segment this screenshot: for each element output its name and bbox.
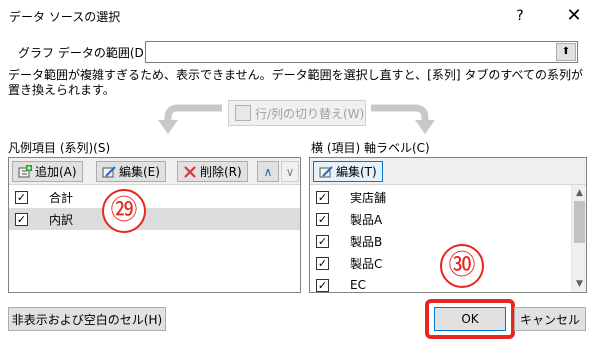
edit-icon: [102, 165, 116, 177]
scroll-up-arrow-icon[interactable]: ▲: [572, 185, 587, 201]
edit-axis-labels-button[interactable]: 編集(T): [313, 161, 383, 182]
edit-series-button[interactable]: 編集(E): [96, 161, 166, 182]
info-message: データ範囲が複雑すぎるため、表示できません。データ範囲を選択し直すと、[系列] …: [8, 68, 584, 97]
series-label: 内訳: [49, 212, 74, 227]
curved-arrow-right-icon: [371, 104, 435, 134]
edit-axis-labels-label: 編集(T): [336, 165, 377, 179]
list-item[interactable]: ✓ 合計: [9, 186, 300, 208]
range-input[interactable]: [145, 41, 578, 63]
hidden-empty-cells-button[interactable]: 非表示および空白のセル(H): [8, 307, 166, 331]
add-series-label: 追加(A): [35, 165, 77, 179]
legend-toolbar: 追加(A) 編集(E) 削除(R) ∧ ∨: [9, 158, 300, 185]
range-label: グラフ データの範囲(D):: [18, 46, 153, 60]
series-label: 合計: [49, 190, 74, 205]
step-29-badge: ㉙: [102, 189, 146, 233]
title-bar: データ ソースの選択 ? ✕: [0, 0, 595, 31]
axis-labels-title: 横 (項目) 軸ラベル(C): [311, 141, 430, 155]
legend-entries-title: 凡例項目 (系列)(S): [8, 141, 111, 155]
category-checkbox[interactable]: ✓: [316, 278, 329, 292]
series-checkbox[interactable]: ✓: [15, 190, 28, 204]
scroll-down-arrow-icon[interactable]: ▼: [572, 276, 587, 292]
cancel-button[interactable]: キャンセル: [514, 307, 586, 331]
category-checkbox[interactable]: ✓: [316, 190, 329, 204]
switch-row-column-icon: [235, 105, 251, 121]
legend-series-list: ✓ 合計 ✓ 内訳: [9, 186, 300, 230]
edit-icon: [319, 165, 333, 177]
add-series-button[interactable]: 追加(A): [12, 161, 83, 182]
category-label: 実店舗: [350, 190, 387, 205]
axis-labels-scrollbar[interactable]: ▲ ▼: [571, 185, 586, 292]
ok-button[interactable]: OK: [434, 307, 506, 331]
move-up-button[interactable]: ∧: [257, 161, 279, 182]
move-down-button[interactable]: ∨: [281, 161, 299, 182]
dialog-title: データ ソースの選択: [9, 10, 121, 24]
curved-arrow-left-icon: [158, 104, 222, 134]
add-icon: [18, 164, 32, 177]
legend-entries-panel: 追加(A) 編集(E) 削除(R) ∧ ∨ ✓ 合計 ✓ 内訳: [8, 157, 301, 293]
delete-series-button[interactable]: 削除(R): [177, 161, 248, 182]
switch-row-column-label: 行/列の切り替え(W): [255, 106, 365, 121]
category-label: 製品B: [350, 234, 383, 249]
category-checkbox[interactable]: ✓: [316, 256, 329, 270]
edit-series-label: 編集(E): [119, 165, 160, 179]
collapse-range-button[interactable]: ⬆: [556, 43, 576, 61]
close-button[interactable]: ✕: [560, 4, 588, 28]
category-label: 製品A: [350, 212, 383, 227]
list-item[interactable]: ✓ 内訳: [9, 208, 300, 230]
list-item[interactable]: ✓ 製品A: [310, 208, 586, 230]
category-label: 製品C: [350, 256, 383, 271]
delete-icon: [184, 165, 196, 178]
category-checkbox[interactable]: ✓: [316, 212, 329, 226]
switch-row-column-button[interactable]: 行/列の切り替え(W): [228, 100, 366, 126]
series-checkbox[interactable]: ✓: [15, 212, 28, 226]
axis-toolbar: 編集(T): [310, 158, 586, 185]
list-item[interactable]: ✓ 実店舗: [310, 186, 586, 208]
help-button[interactable]: ?: [508, 5, 532, 27]
delete-series-label: 削除(R): [200, 165, 242, 179]
scroll-thumb[interactable]: [574, 201, 585, 243]
category-label: EC: [350, 278, 366, 292]
category-checkbox[interactable]: ✓: [316, 234, 329, 248]
step-30-badge: ㉚: [440, 244, 484, 288]
